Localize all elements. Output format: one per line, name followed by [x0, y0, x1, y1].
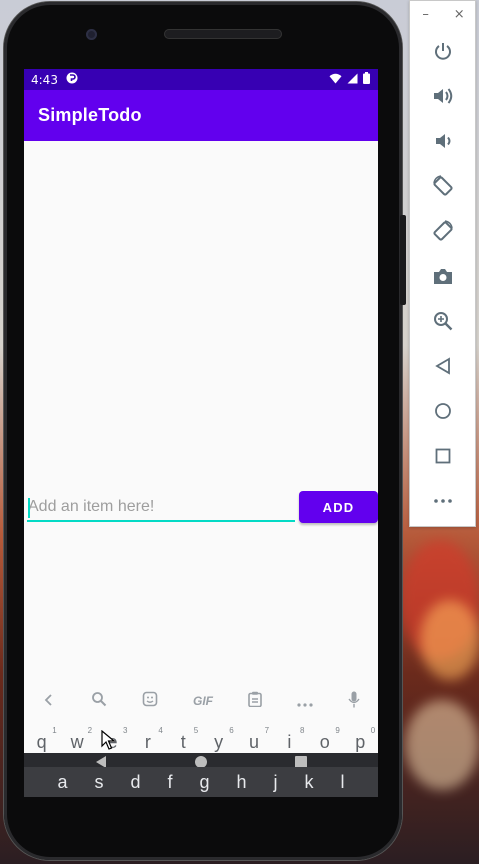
- app-bar: SimpleTodo: [24, 90, 378, 141]
- key-r[interactable]: 4r: [133, 726, 163, 753]
- earpiece-speaker: [164, 29, 282, 39]
- device-screen: 4:43 SimpleTodo ADD: [24, 69, 378, 797]
- key-y[interactable]: 6y: [204, 726, 234, 753]
- key-g[interactable]: g: [199, 772, 209, 793]
- home-icon[interactable]: [427, 395, 459, 427]
- battery-icon: [363, 72, 370, 87]
- rotate-left-icon[interactable]: [427, 170, 459, 202]
- status-time: 4:43: [31, 72, 58, 87]
- key-j[interactable]: j: [273, 772, 277, 793]
- status-bar: 4:43: [24, 69, 378, 90]
- wallpaper-light: [420, 600, 479, 680]
- add-button[interactable]: ADD: [299, 491, 378, 523]
- key-l[interactable]: l: [340, 772, 344, 793]
- item-input[interactable]: [27, 496, 295, 522]
- keyboard-row-1: 1q 2w 3e 4r 5t 6y 7u 8i 9o 0p: [24, 726, 378, 753]
- wallpaper-light: [405, 700, 479, 790]
- keyboard-toolbar: GIF: [24, 681, 378, 721]
- key-p[interactable]: 0p: [345, 726, 375, 753]
- key-w[interactable]: 2w: [62, 726, 93, 753]
- add-item-row: ADD: [24, 490, 378, 524]
- key-f[interactable]: f: [167, 772, 172, 793]
- back-arrow-icon[interactable]: [42, 692, 56, 711]
- keyboard-lower: a s d f g h j k l: [24, 753, 378, 797]
- camera-icon[interactable]: [427, 260, 459, 292]
- key-a[interactable]: a: [57, 772, 67, 793]
- key-i[interactable]: 8i: [274, 726, 304, 753]
- key-u[interactable]: 7u: [239, 726, 269, 753]
- overview-icon[interactable]: [427, 440, 459, 472]
- front-camera: [86, 29, 97, 40]
- key-k[interactable]: k: [304, 772, 313, 793]
- power-icon[interactable]: [427, 35, 459, 67]
- key-d[interactable]: d: [130, 772, 140, 793]
- back-icon[interactable]: [427, 350, 459, 382]
- key-s[interactable]: s: [94, 772, 103, 793]
- app-title: SimpleTodo: [38, 105, 142, 125]
- key-t[interactable]: 5t: [168, 726, 199, 753]
- close-button[interactable]: ×: [454, 7, 465, 22]
- search-icon[interactable]: [91, 691, 107, 711]
- mouse-pointer-icon: [101, 729, 116, 754]
- zoom-icon[interactable]: [427, 305, 459, 337]
- key-q[interactable]: 1q: [27, 726, 57, 753]
- gif-button[interactable]: GIF: [193, 694, 213, 708]
- rotate-right-icon[interactable]: [427, 215, 459, 247]
- sticker-icon[interactable]: [142, 691, 158, 711]
- emulator-toolbar: – ×: [409, 0, 476, 527]
- cell-signal-icon: [347, 73, 358, 87]
- keyboard-row-2: a s d f g h j k l: [24, 767, 378, 797]
- minimize-button[interactable]: –: [422, 7, 429, 22]
- key-h[interactable]: h: [236, 772, 246, 793]
- notification-icon: [66, 72, 78, 87]
- wifi-icon: [329, 73, 342, 87]
- text-cursor: [28, 498, 30, 518]
- more-options-icon[interactable]: [427, 485, 459, 517]
- clipboard-icon[interactable]: [248, 691, 262, 711]
- mic-icon[interactable]: [348, 691, 360, 712]
- phone-side-button: [400, 215, 406, 305]
- volume-up-icon[interactable]: [427, 80, 459, 112]
- volume-down-icon[interactable]: [427, 125, 459, 157]
- more-icon[interactable]: [297, 692, 313, 711]
- key-o[interactable]: 9o: [310, 726, 340, 753]
